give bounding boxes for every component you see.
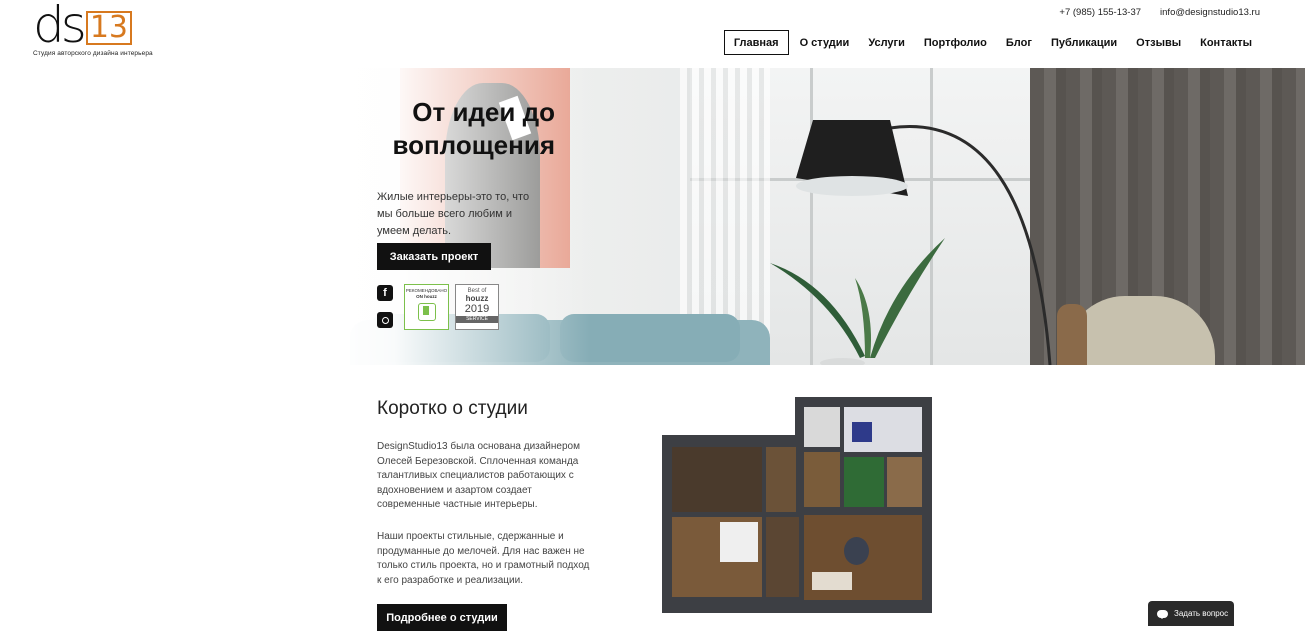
ask-question-label: Задать вопрос <box>1174 609 1229 618</box>
email-link[interactable]: info@designstudio13.ru <box>1160 7 1260 18</box>
nav-item-about[interactable]: О студии <box>792 32 858 54</box>
site-header: d s 13 Студия авторского дизайна интерье… <box>0 0 1305 68</box>
nav-item-portfolio[interactable]: Портфолио <box>916 32 995 54</box>
nav-item-publications[interactable]: Публикации <box>1043 32 1125 54</box>
badge-best-line2: houzz <box>465 294 489 303</box>
order-project-button[interactable]: Заказать проект <box>377 243 491 270</box>
nav-item-services[interactable]: Услуги <box>860 32 913 54</box>
houzz-recommended-badge[interactable]: РЕКОМЕНДОВАНО ON houzz <box>404 284 449 330</box>
phone-link[interactable]: +7 (985) 155-13-37 <box>1059 7 1141 18</box>
badge-best-year: 2019 <box>464 303 490 315</box>
ask-question-button[interactable]: Задать вопрос <box>1148 601 1234 626</box>
hero-title: От идеи до воплощения <box>392 97 555 160</box>
logo-letter-s: s <box>60 0 87 54</box>
thumbs-up-icon <box>417 303 436 321</box>
logo-number: 13 <box>85 11 132 45</box>
about-paragraph-1: DesignStudio13 была основана дизайнером … <box>377 441 580 510</box>
about-title: Коротко о студии <box>377 398 528 419</box>
nav-item-reviews[interactable]: Отзывы <box>1128 32 1189 54</box>
chat-icon <box>1157 609 1168 619</box>
nav-item-home[interactable]: Главная <box>723 30 789 55</box>
logo-letter-d: d <box>33 0 65 54</box>
facebook-icon[interactable]: f <box>377 285 393 301</box>
nav-item-contacts[interactable]: Контакты <box>1192 32 1260 54</box>
badge-best-line4: SERVICE <box>456 316 498 323</box>
nav-item-blog[interactable]: Блог <box>998 32 1040 54</box>
main-nav: Главная О студии Услуги Портфолио Блог П… <box>721 30 1260 55</box>
hero-text: Жилые интерьеры-это то, что мы больше вс… <box>377 191 530 237</box>
logo-subtitle: Студия авторского дизайна интерьера <box>33 50 153 57</box>
instagram-icon[interactable] <box>377 312 393 328</box>
header-contacts: +7 (985) 155-13-37 info@designstudio13.r… <box>1059 7 1260 18</box>
logo[interactable]: d s 13 Студия авторского дизайна интерье… <box>33 0 163 59</box>
about-paragraph-2: Наши проекты стильные, сдержанные и прод… <box>377 531 590 586</box>
hero-pot <box>820 358 865 365</box>
logo-mark: d s 13 <box>33 0 132 54</box>
floor-plan-image <box>662 397 932 613</box>
badge-rec-line2: ON houzz <box>416 294 437 299</box>
houzz-best-of-badge[interactable]: Best of houzz 2019 SERVICE <box>455 284 499 330</box>
about-more-button[interactable]: Подробнее о студии <box>377 604 507 631</box>
